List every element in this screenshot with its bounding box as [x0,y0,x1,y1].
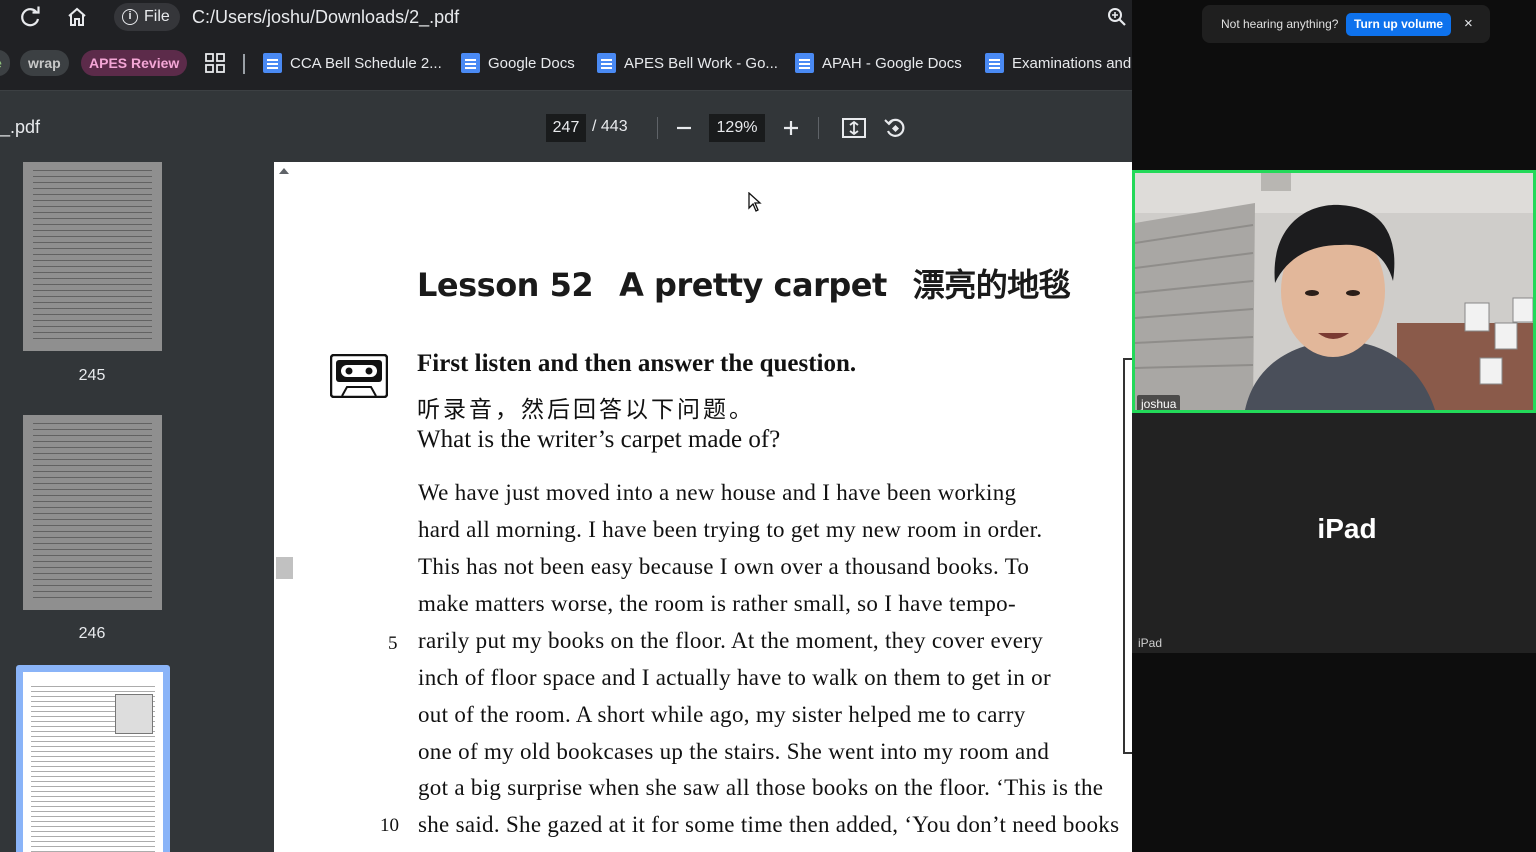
participant-name-ipad: iPad [1138,636,1163,650]
audio-notification: Not hearing anything? Turn up volume × [1202,5,1490,43]
google-docs-icon [985,53,1004,73]
apps-grid-icon[interactable] [205,53,225,73]
lesson-heading: Lesson 52 A pretty carpet 漂亮的地毯 [417,260,1096,306]
line-number-5: 5 [388,633,398,654]
paragraph-line: one of my old bookcases up the stairs. S… [418,739,1050,764]
bookmarks-bar: e wrap APES Review CCA Bell Schedule 2..… [0,44,1132,82]
bookmark-google-docs[interactable]: Google Docs [461,52,575,74]
instruction-chinese: 听录音，然后回答以下问题。 [417,397,755,423]
bookmark-cca-bell-schedule[interactable]: CCA Bell Schedule 2... [263,52,442,74]
google-docs-icon [263,53,282,73]
line-number-10: 10 [380,815,399,836]
zoom-level-input[interactable]: 129% [709,114,765,142]
scrollbar-thumb[interactable] [276,557,293,579]
thumbnail-page-247[interactable] [23,672,163,852]
rotate-icon[interactable] [881,114,909,142]
video-tile-joshua[interactable]: joshua [1132,170,1536,413]
participant-display-name: iPad [1317,513,1377,544]
bookmark-partial-chip[interactable]: e [0,50,10,76]
turn-up-volume-button[interactable]: Turn up volume [1346,13,1452,36]
paragraph-line: out of the room. A short while ago, my s… [418,702,1026,727]
google-docs-icon [795,53,814,73]
zoom-magnifier-icon[interactable] [1106,6,1128,28]
paragraph-line: We have just moved into a new house and … [418,480,1017,505]
instruction-english: First listen and then answer the questio… [417,350,857,377]
question-text: What is the writer’s carpet made of? [417,426,781,453]
mouse-cursor-icon [748,191,762,212]
audio-notification-message: Not hearing anything? [1221,17,1339,31]
toolbar-separator [657,117,658,139]
thumbnail-label: 246 [78,625,106,642]
lesson-title-en: A pretty carpet [619,266,887,304]
bookmarks-divider [243,54,245,74]
meeting-video-panel: Not hearing anything? Turn up volume × j… [1132,0,1536,852]
bookmark-apah[interactable]: APAH - Google Docs [795,52,962,74]
pdf-title: _.pdf [0,117,41,137]
page-number-input[interactable]: 247 [546,114,586,142]
paragraph-line: inch of floor space and I actually have … [418,665,1051,690]
google-docs-icon [461,53,480,73]
zoom-out-button[interactable] [670,114,698,142]
site-info-chip[interactable]: i File [114,3,180,31]
pdf-toolbar: _.pdf 247 / 443 129% [0,90,1132,162]
paragraph-line: This has not been easy because I own ove… [418,554,1030,579]
thumbnail-sidebar: 245 246 [0,162,274,852]
video-tile-ipad[interactable]: iPad iPad [1132,413,1536,653]
paragraph-line: rarily put my books on the floor. At the… [418,628,1044,653]
thumbnail-page-245[interactable] [23,162,162,351]
file-label: File [144,8,170,25]
close-icon[interactable]: × [1464,15,1473,32]
screen: i File C:/Users/joshu/Downloads/2_.pdf e… [0,0,1536,852]
thumbnail-label: 245 [78,367,106,384]
toolbar-separator [818,117,819,139]
page-total: / 443 [592,118,628,135]
participant-video-frame [1135,173,1533,410]
browser-window: i File C:/Users/joshu/Downloads/2_.pdf e… [0,0,1132,852]
fit-to-page-icon[interactable] [840,114,868,142]
paragraph-line: she said. She gazed at it for some time … [418,812,1120,837]
scroll-up-arrow-icon[interactable] [279,168,289,174]
lesson-title-zh: 漂亮的地毯 [912,266,1071,304]
reload-icon[interactable] [18,4,44,30]
paragraph-line: got a big surprise when she saw all thos… [418,775,1104,800]
google-docs-icon [597,53,616,73]
vertical-scrollbar[interactable] [274,162,295,852]
thumbnail-page-246[interactable] [23,415,162,610]
cassette-tape-icon [329,353,389,399]
pdf-viewport[interactable]: Lesson 52 A pretty carpet 漂亮的地毯 First list… [274,162,1132,852]
zoom-in-button[interactable] [777,114,805,142]
illustration-frame-edge [1123,358,1132,754]
paragraph-line: hard all morning. I have been trying to … [418,517,1043,542]
bookmark-apes-bell-work[interactable]: APES Bell Work - Go... [597,52,778,74]
pdf-page: Lesson 52 A pretty carpet 漂亮的地毯 First list… [295,162,1132,852]
bookmark-apes-review[interactable]: APES Review [81,50,188,76]
lesson-number: Lesson 52 [417,266,594,304]
bookmark-wrap[interactable]: wrap [20,50,69,76]
participant-name-joshua: joshua [1137,395,1181,410]
bookmark-examinations[interactable]: Examinations and [985,52,1131,74]
home-icon[interactable] [64,4,90,30]
address-bar: i File C:/Users/joshu/Downloads/2_.pdf [0,0,1132,34]
info-icon: i [122,9,138,25]
paragraph-line: make matters worse, the room is rather s… [418,591,1016,616]
url-text[interactable]: C:/Users/joshu/Downloads/2_.pdf [192,5,459,29]
